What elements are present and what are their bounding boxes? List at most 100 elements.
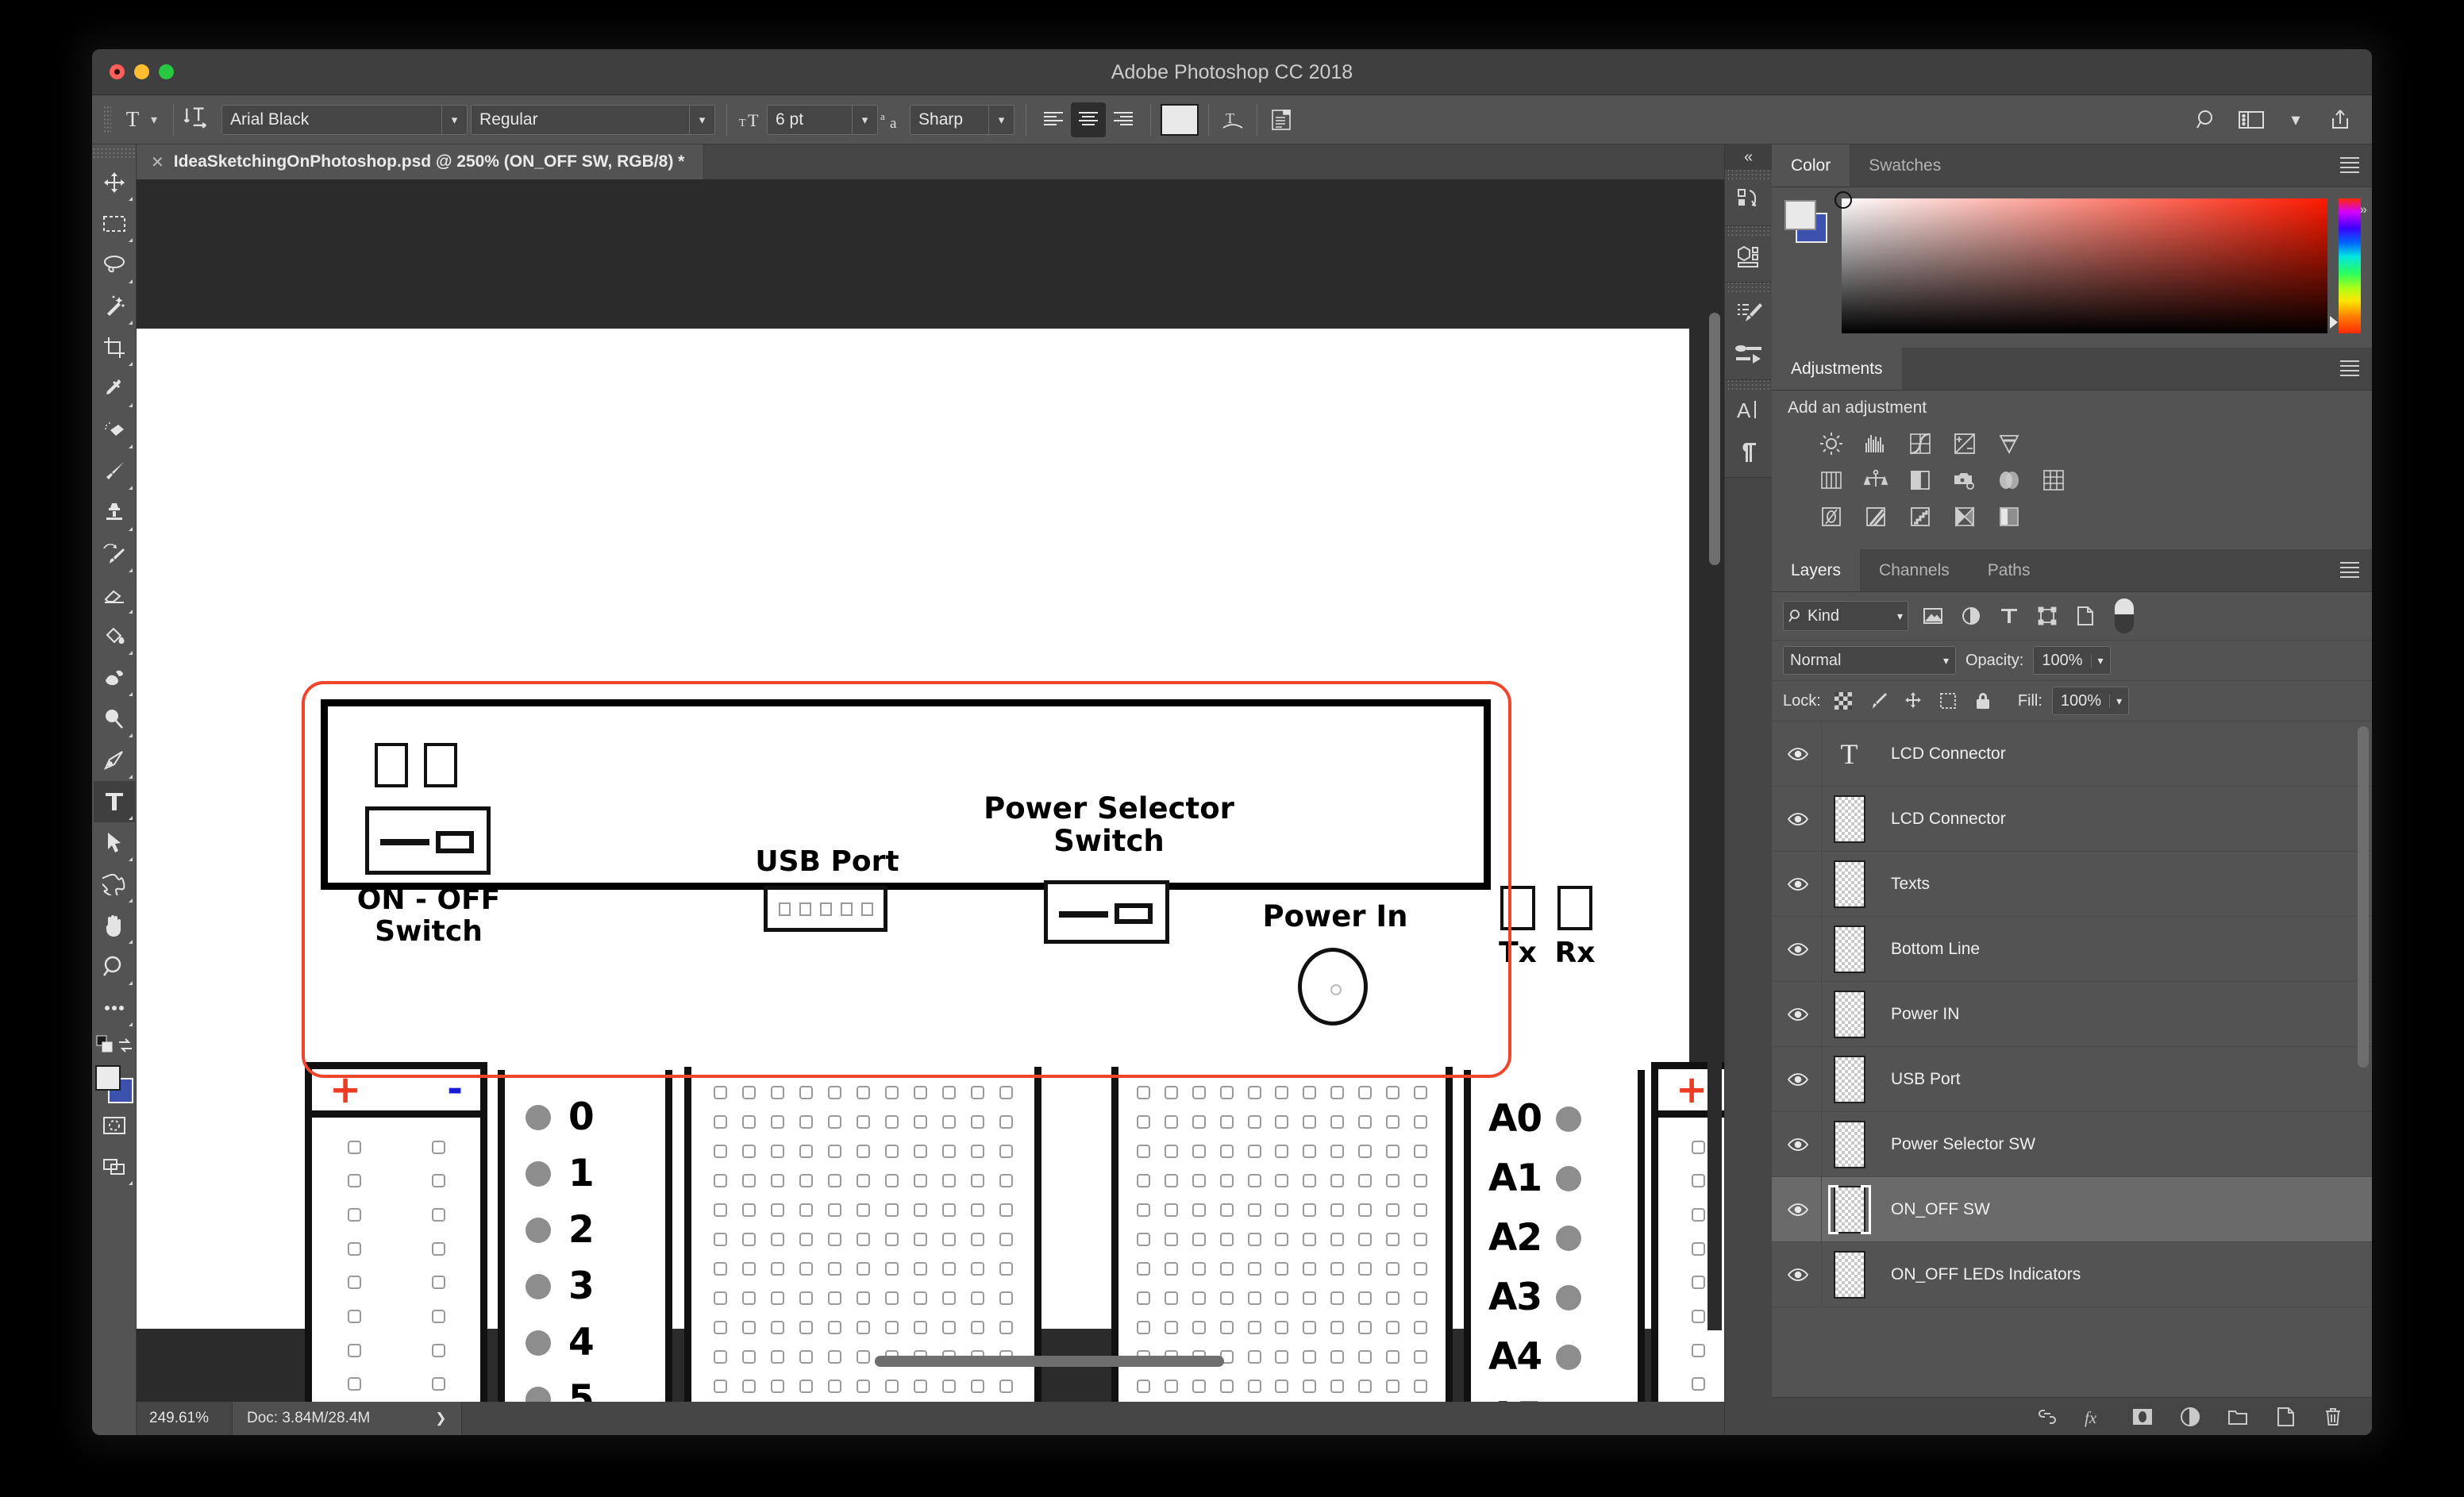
brightness-contrast-icon[interactable] (1818, 430, 1845, 457)
panel-group-handle[interactable] (1725, 226, 1772, 236)
font-family-select[interactable]: Arial Black ▾ (221, 104, 468, 135)
share-icon[interactable] (2326, 103, 2354, 137)
default-colors-and-swap[interactable] (94, 1029, 135, 1060)
tab-color[interactable]: Color (1772, 144, 1850, 187)
layer-thumbnail[interactable] (1821, 1047, 1877, 1111)
group-layers-icon[interactable] (2226, 1405, 2250, 1429)
panel-menu-icon[interactable] (2340, 562, 2359, 578)
lock-artboard-icon[interactable] (1935, 688, 1961, 714)
layer-thumbnail[interactable] (1821, 917, 1877, 981)
color-picker-marker[interactable] (1835, 191, 1852, 209)
eyedropper-tool[interactable] (94, 368, 135, 410)
canvas-vertical-scrollbar[interactable] (1707, 306, 1722, 1330)
panel-group-handle[interactable] (1725, 170, 1772, 179)
lock-image-pixels-icon[interactable] (1865, 688, 1891, 714)
adjustment-layers-icon[interactable] (1958, 602, 1985, 629)
search-icon[interactable] (2193, 103, 2221, 137)
path-selection-tool[interactable] (94, 822, 135, 864)
chevron-down-icon[interactable]: ▾ (441, 105, 467, 134)
layers-scrollbar-thumb[interactable] (2358, 726, 2369, 1068)
tab-swatches[interactable]: Swatches (1850, 144, 1960, 187)
character-panel-icon[interactable]: A (1725, 390, 1772, 431)
layer-filter-kind-select[interactable]: Kind ▾ (1783, 601, 1908, 631)
spot-healing-tool[interactable] (94, 410, 135, 451)
collapse-panels-button[interactable]: « (1725, 144, 1772, 170)
chevron-down-icon[interactable]: ▾ (988, 105, 1014, 134)
paragraph-panel-icon[interactable] (1725, 431, 1772, 472)
chevron-down-icon[interactable]: ▾ (2109, 694, 2128, 708)
delete-layer-icon[interactable] (2321, 1405, 2345, 1429)
lock-transparent-pixels-icon[interactable] (1831, 688, 1856, 714)
color-panel-swatches[interactable] (1783, 198, 1831, 244)
foreground-color-swatch[interactable] (1784, 200, 1816, 230)
chevron-down-icon[interactable]: ▾ (2281, 103, 2310, 137)
tab-channels[interactable]: Channels (1860, 549, 1969, 591)
brush-settings-panel-icon[interactable] (1725, 333, 1772, 375)
gradient-map-icon[interactable] (1951, 503, 1978, 530)
chevron-down-icon[interactable]: ▾ (2090, 653, 2110, 668)
layer-style-fx-icon[interactable]: fx (2083, 1405, 2107, 1429)
character-paragraph-panels-icon[interactable] (1267, 103, 1296, 137)
brush-presets-panel-icon[interactable] (1725, 292, 1772, 333)
crop-tool[interactable] (94, 327, 135, 368)
layer-row[interactable]: ON_OFF LEDs Indicators (1772, 1242, 2372, 1307)
brush-tool[interactable] (94, 451, 135, 492)
close-icon[interactable]: ✕ (151, 152, 164, 172)
workspace-icon[interactable] (2237, 103, 2266, 137)
filter-toggle-icon[interactable] (2115, 598, 2134, 633)
document-info[interactable]: Doc: 3.84M/28.4M ❯ (232, 1402, 462, 1435)
canvas-horizontal-scrollbar[interactable] (875, 1356, 1724, 1367)
layer-visibility-eye-icon[interactable] (1775, 1267, 1821, 1283)
type-tool[interactable] (93, 781, 135, 822)
exposure-icon[interactable] (1951, 430, 1978, 457)
lasso-tool[interactable] (94, 244, 135, 286)
panel-menu-icon[interactable] (2340, 157, 2359, 173)
dodge-tool[interactable] (94, 698, 135, 740)
hue-saturation-icon[interactable] (1818, 467, 1845, 494)
tab-adjustments[interactable]: Adjustments (1772, 348, 1902, 390)
align-center-button[interactable] (1071, 102, 1107, 137)
panel-group-handle[interactable] (1725, 283, 1772, 292)
panel-menu-icon[interactable] (2340, 360, 2359, 376)
tab-layers[interactable]: Layers (1772, 549, 1861, 591)
layer-mask-icon[interactable] (2131, 1405, 2154, 1429)
history-brush-tool[interactable] (94, 533, 135, 575)
foreground-color-swatch[interactable] (94, 1065, 121, 1091)
zoom-tool[interactable] (94, 946, 135, 987)
layer-visibility-eye-icon[interactable] (1775, 746, 1821, 762)
layer-visibility-eye-icon[interactable] (1775, 1202, 1821, 1218)
zoom-level[interactable]: 249.61% (137, 1410, 232, 1427)
link-layers-icon[interactable] (2035, 1405, 2059, 1429)
panel-group-handle[interactable] (1725, 380, 1772, 390)
type-layers-icon[interactable] (1996, 602, 2023, 629)
align-right-button[interactable] (1106, 102, 1141, 137)
layer-visibility-eye-icon[interactable] (1775, 1072, 1821, 1087)
blend-mode-select[interactable]: Normal ▾ (1783, 646, 1956, 675)
chevron-right-icon[interactable]: ❯ (435, 1410, 446, 1426)
layer-thumbnail[interactable] (1821, 1177, 1877, 1241)
lock-position-icon[interactable] (1900, 688, 1926, 714)
layer-row[interactable]: Power IN (1772, 982, 2372, 1047)
eraser-tool[interactable] (94, 575, 135, 616)
chevron-down-icon[interactable]: ▾ (689, 105, 714, 134)
smart-object-icon[interactable] (2072, 602, 2099, 629)
align-left-button[interactable] (1036, 102, 1071, 137)
layer-visibility-eye-icon[interactable] (1775, 811, 1821, 827)
tools-panel-grip[interactable] (92, 148, 136, 159)
3d-panel-icon[interactable] (1725, 236, 1772, 277)
move-tool[interactable] (94, 162, 135, 203)
document-tab[interactable]: ✕ IdeaSketchingOnPhotoshop.psd @ 250% (O… (137, 144, 705, 179)
adjustment-layer-icon[interactable] (2178, 1405, 2202, 1429)
scrollbar-thumb[interactable] (875, 1356, 1224, 1367)
canvas[interactable]: ON - OFF Switch USB Port Power Selector … (137, 179, 1724, 1402)
options-bar-grip[interactable] (103, 105, 111, 134)
photo-filter-icon[interactable] (1951, 467, 1978, 494)
fill-input[interactable]: 100% ▾ (2051, 687, 2130, 715)
posterize-icon[interactable] (1862, 503, 1889, 530)
layer-row[interactable]: Texts (1772, 852, 2372, 917)
quick-mask-mode-button[interactable] (94, 1105, 135, 1146)
font-style-select[interactable]: Regular ▾ (471, 104, 716, 135)
layer-visibility-eye-icon[interactable] (1775, 1006, 1821, 1022)
scrollbar-thumb[interactable] (1709, 313, 1720, 565)
vibrance-icon[interactable] (1996, 430, 2023, 457)
